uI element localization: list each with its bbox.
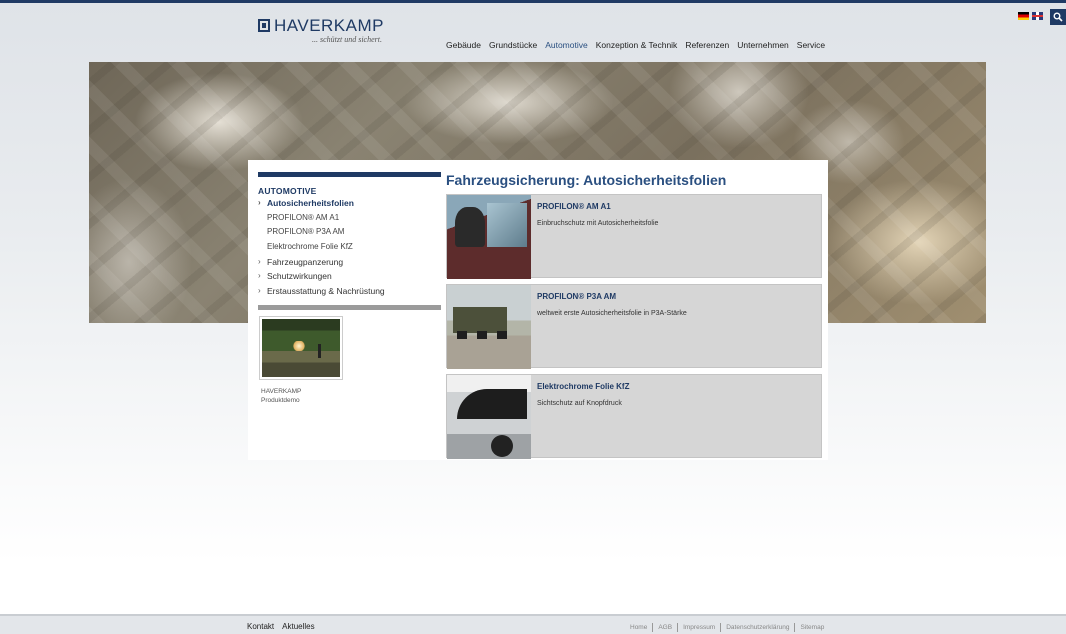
brand-tagline: ... schützt und sichert. (312, 35, 382, 44)
nav-item-gebaeude[interactable]: Gebäude (446, 40, 481, 52)
sidebar-item-label: PROFILON® P3A AM (267, 227, 345, 237)
footer-primary-links: Kontakt Aktuelles (247, 622, 315, 631)
logo-mark-icon (258, 19, 270, 32)
product-description: Sichtschutz auf Knopfdruck (537, 400, 622, 407)
search-icon (1053, 12, 1063, 22)
footer-link-home[interactable]: Home (630, 624, 647, 631)
sidebar-item-label: Schutzwirkungen (267, 271, 332, 282)
sidebar-item-schutzwirkungen[interactable]: › Schutzwirkungen (258, 269, 441, 284)
video-caption-line2: Produktdemo (261, 397, 300, 404)
sidebar-title: AUTOMOTIVE (258, 186, 317, 196)
nav-item-automotive[interactable]: Automotive (545, 40, 588, 52)
chevron-right-icon: › (258, 286, 261, 296)
sidebar-divider (258, 304, 441, 310)
search-button[interactable] (1050, 9, 1066, 25)
product-image (447, 375, 531, 459)
video-caption: HAVERKAMP Produktdemo (261, 387, 301, 405)
footer-separator (720, 623, 722, 632)
sidebar-item-fahrzeugpanzerung[interactable]: › Fahrzeugpanzerung (258, 255, 441, 270)
page-title: Fahrzeugsicherung: Autosicherheitsfolien (446, 172, 727, 188)
footer-link-aktuelles[interactable]: Aktuelles (282, 622, 314, 631)
sidebar-item-profilon-am-a1[interactable]: PROFILON® AM A1 (258, 211, 441, 226)
footer-separator (794, 623, 796, 632)
sidebar-item-label: Fahrzeugpanzerung (267, 256, 344, 267)
language-switcher (1018, 12, 1043, 20)
footer-link-sitemap[interactable]: Sitemap (800, 624, 824, 631)
brand-logo[interactable]: HAVERKAMP ... schützt und sichert. (258, 16, 398, 45)
en-flag-icon[interactable] (1032, 12, 1043, 20)
footer: Kontakt Aktuelles Home AGB Impressum Dat… (0, 614, 1066, 634)
chevron-right-icon: › (258, 198, 261, 207)
product-image (447, 285, 531, 369)
product-card-elektrochrome-folie[interactable]: Elektrochrome Folie KfZ Sichtschutz auf … (446, 374, 822, 459)
sidebar-top-bar (258, 172, 441, 177)
product-demo-video-thumbnail[interactable] (259, 316, 343, 380)
footer-secondary-links: Home AGB Impressum Datenschutzerklärung … (630, 623, 824, 632)
footer-link-datenschutz[interactable]: Datenschutzerklärung (726, 624, 789, 631)
nav-item-service[interactable]: Service (797, 40, 825, 52)
nav-item-unternehmen[interactable]: Unternehmen (737, 40, 789, 52)
product-card-profilon-am-a1[interactable]: PROFILON® AM A1 Einbruchschutz mit Autos… (446, 194, 822, 279)
nav-item-grundstuecke[interactable]: Grundstücke (489, 40, 537, 52)
product-image (447, 195, 531, 279)
sidebar-item-label: Elektrochrome Folie KfZ (267, 242, 353, 252)
product-name: PROFILON® AM A1 (537, 202, 611, 211)
product-name: PROFILON® P3A AM (537, 292, 617, 301)
product-name: Elektrochrome Folie KfZ (537, 382, 630, 391)
sidebar-item-elektrochrome-folie[interactable]: Elektrochrome Folie KfZ (258, 240, 441, 255)
sidebar-item-profilon-p3a-am[interactable]: PROFILON® P3A AM (258, 225, 441, 240)
sidebar-item-label: Erstausstattung & Nachrüstung (267, 286, 385, 297)
brand-name: HAVERKAMP (274, 16, 384, 35)
chevron-right-icon: › (258, 256, 261, 266)
video-preview-image (262, 319, 340, 377)
footer-link-kontakt[interactable]: Kontakt (247, 622, 274, 631)
video-caption-line1: HAVERKAMP (261, 388, 302, 395)
chevron-right-icon: › (258, 271, 261, 281)
sidebar-item-erstausstattung[interactable]: › Erstausstattung & Nachrüstung (258, 284, 441, 299)
footer-separator (652, 623, 654, 632)
main-nav: Gebäude Grundstücke Automotive Konzeptio… (446, 40, 833, 52)
sidebar-item-label: Autosicherheitsfolien (267, 198, 354, 208)
footer-link-agb[interactable]: AGB (658, 624, 672, 631)
nav-item-referenzen[interactable]: Referenzen (685, 40, 729, 52)
product-card-profilon-p3a-am[interactable]: PROFILON® P3A AM weltweit erste Autosich… (446, 284, 822, 369)
footer-separator (677, 623, 679, 632)
footer-link-impressum[interactable]: Impressum (683, 624, 715, 631)
sidebar: AUTOMOTIVE › Autosicherheitsfolien PROFI… (258, 172, 441, 310)
product-description: Einbruchschutz mit Autosicherheitsfolie (537, 220, 659, 227)
sidebar-item-label: PROFILON® AM A1 (267, 212, 340, 222)
product-description: weltweit erste Autosicherheitsfolie in P… (537, 310, 687, 317)
de-flag-icon[interactable] (1018, 12, 1029, 20)
sidebar-item-autosicherheitsfolien[interactable]: › Autosicherheitsfolien (258, 196, 441, 211)
nav-item-konzeption[interactable]: Konzeption & Technik (596, 40, 678, 52)
